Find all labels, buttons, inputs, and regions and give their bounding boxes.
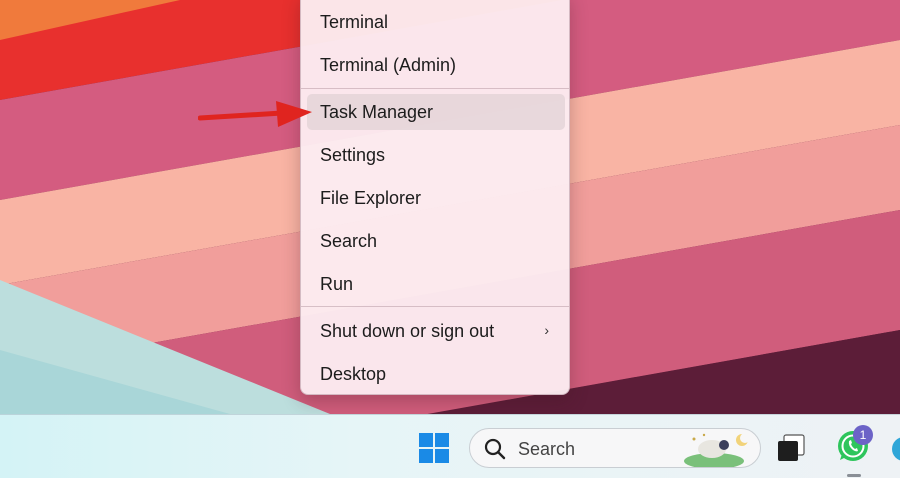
menu-item-file-explorer[interactable]: File Explorer xyxy=(307,180,565,216)
taskbar: Search 1 xyxy=(0,414,900,478)
menu-item-label: Terminal (Admin) xyxy=(320,54,457,75)
menu-item-label: Task Manager xyxy=(320,101,434,122)
task-view-icon[interactable] xyxy=(776,433,806,463)
notification-badge: 1 xyxy=(853,425,873,445)
menu-item-label: File Explorer xyxy=(320,187,422,208)
menu-item-label: Search xyxy=(320,230,378,251)
menu-item-run[interactable]: Run xyxy=(307,266,565,302)
menu-item-label: Terminal xyxy=(320,11,389,32)
menu-item-terminal[interactable]: Terminal xyxy=(307,4,565,40)
menu-item-terminal-admin[interactable]: Terminal (Admin) xyxy=(307,47,565,83)
menu-item-desktop[interactable]: Desktop xyxy=(307,356,565,392)
winx-context-menu: Terminal Terminal (Admin) Task Manager S… xyxy=(300,0,570,395)
menu-item-label: Run xyxy=(320,273,354,294)
edge-icon[interactable] xyxy=(890,435,900,463)
menu-item-task-manager[interactable]: Task Manager xyxy=(307,94,565,130)
running-app-indicator xyxy=(847,474,861,477)
menu-separator xyxy=(301,306,569,307)
search-icon xyxy=(484,438,506,460)
windows-logo-icon[interactable] xyxy=(418,432,450,464)
menu-item-label: Desktop xyxy=(320,363,387,384)
red-arrow-icon xyxy=(198,101,312,127)
menu-item-label: Shut down or sign out xyxy=(320,320,495,341)
menu-item-shut-down[interactable]: Shut down or sign out › xyxy=(307,313,565,349)
menu-item-label: Settings xyxy=(320,144,386,165)
search-highlight-illustration xyxy=(684,433,750,467)
menu-item-search[interactable]: Search xyxy=(307,223,565,259)
taskbar-search-box[interactable]: Search xyxy=(469,428,761,468)
menu-separator xyxy=(301,88,569,89)
search-label: Search xyxy=(518,439,576,459)
menu-item-settings[interactable]: Settings xyxy=(307,137,565,173)
chevron-right-icon: › xyxy=(544,322,549,338)
